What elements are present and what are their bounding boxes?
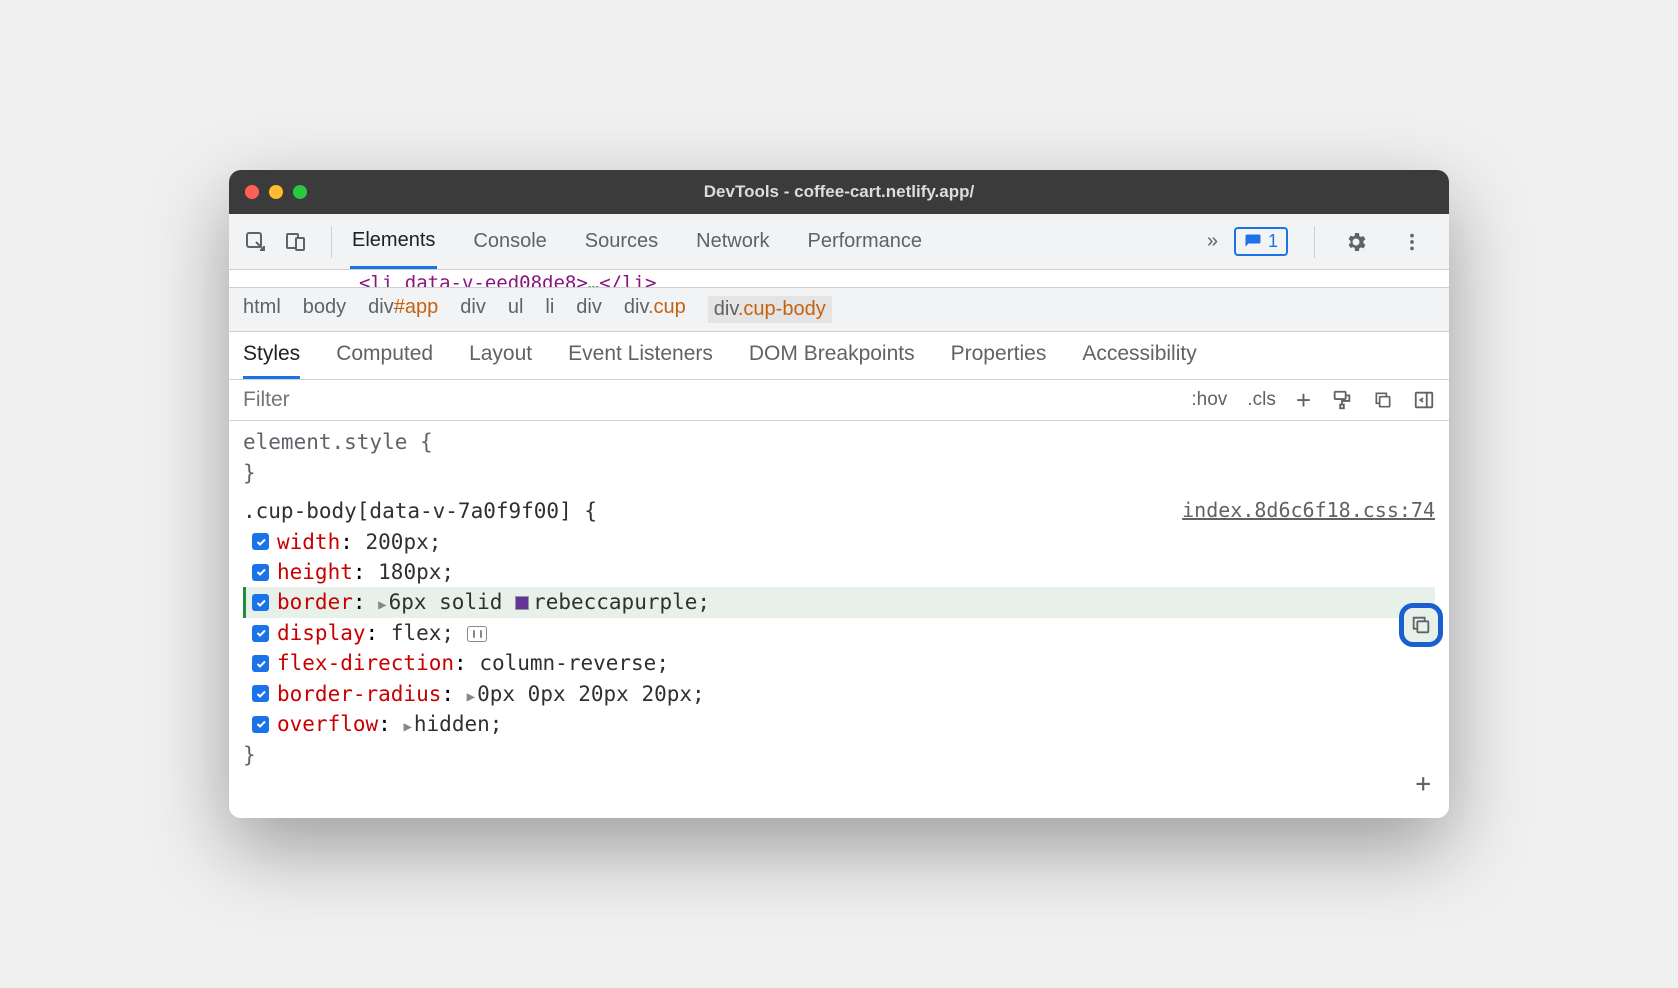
close-window-button[interactable] <box>245 185 259 199</box>
titlebar: DevTools - coffee-cart.netlify.app/ <box>229 170 1449 214</box>
settings-icon[interactable] <box>1341 227 1371 257</box>
tab-network[interactable]: Network <box>694 216 771 267</box>
window-title: DevTools - coffee-cart.netlify.app/ <box>704 182 974 202</box>
property-checkbox[interactable] <box>252 564 269 581</box>
breadcrumb-item[interactable]: li <box>545 296 554 323</box>
css-property-row[interactable]: width: 200px; <box>243 527 1435 557</box>
property-checkbox[interactable] <box>252 655 269 672</box>
tab-sources[interactable]: Sources <box>583 216 660 267</box>
main-toolbar: Elements Console Sources Network Perform… <box>229 214 1449 270</box>
property-value[interactable]: 6px solid <box>389 590 503 614</box>
sidebar-subtabs: Styles Computed Layout Event Listeners D… <box>229 332 1449 380</box>
property-value[interactable]: 180px; <box>378 560 454 584</box>
inspect-icon[interactable] <box>241 227 271 257</box>
filter-input[interactable] <box>229 380 1191 420</box>
property-value[interactable]: hidden; <box>414 712 503 736</box>
copy-all-icon[interactable] <box>1373 390 1393 410</box>
subtab-event-listeners[interactable]: Event Listeners <box>568 342 713 379</box>
panel-tabs: Elements Console Sources Network Perform… <box>342 215 1207 269</box>
property-color-name[interactable]: rebeccapurple; <box>533 590 710 614</box>
css-property-row[interactable]: overflow: ▶hidden; <box>243 709 1435 739</box>
element-style-selector[interactable]: element.style { <box>243 427 1435 457</box>
property-checkbox[interactable] <box>252 625 269 642</box>
property-checkbox[interactable] <box>252 716 269 733</box>
breadcrumb-item[interactable]: div.cup <box>624 296 686 323</box>
property-name[interactable]: border-radius <box>277 682 441 706</box>
subtab-accessibility[interactable]: Accessibility <box>1082 342 1196 379</box>
property-name[interactable]: border <box>277 590 353 614</box>
breadcrumb-item[interactable]: body <box>303 296 346 323</box>
more-tabs-icon[interactable]: » <box>1207 230 1218 253</box>
devtools-window: DevTools - coffee-cart.netlify.app/ Elem… <box>229 170 1449 818</box>
rule-source-link[interactable]: index.8d6c6f18.css:74 <box>1182 496 1435 526</box>
property-checkbox[interactable] <box>252 685 269 702</box>
property-value[interactable]: 200px; <box>366 530 442 554</box>
paint-icon[interactable] <box>1331 389 1353 411</box>
breadcrumb-item[interactable]: html <box>243 296 281 323</box>
breadcrumb-item[interactable]: div#app <box>368 296 438 323</box>
css-property-row[interactable]: flex-direction: column-reverse; <box>243 648 1435 678</box>
new-style-rule-icon[interactable]: + <box>1296 385 1311 416</box>
property-name[interactable]: height <box>277 560 353 584</box>
tab-console[interactable]: Console <box>471 216 548 267</box>
property-checkbox[interactable] <box>252 533 269 550</box>
css-property-row[interactable]: border-radius: ▶0px 0px 20px 20px; <box>243 679 1435 709</box>
add-rule-icon[interactable]: + <box>243 766 1435 804</box>
tab-performance[interactable]: Performance <box>806 216 925 267</box>
toolbar-right: » 1 <box>1207 226 1437 258</box>
property-name[interactable]: overflow <box>277 712 378 736</box>
flex-editor-icon[interactable] <box>467 626 487 642</box>
subtab-layout[interactable]: Layout <box>469 342 532 379</box>
color-swatch[interactable] <box>515 596 529 610</box>
maximize-window-button[interactable] <box>293 185 307 199</box>
close-brace: } <box>243 458 1435 488</box>
tab-elements[interactable]: Elements <box>350 215 437 269</box>
subtab-dom-breakpoints[interactable]: DOM Breakpoints <box>749 342 915 379</box>
property-name[interactable]: display <box>277 621 366 645</box>
styles-pane: element.style { } .cup-body[data-v-7a0f9… <box>229 421 1449 818</box>
expand-icon[interactable]: ▶ <box>467 687 475 707</box>
styles-filter-bar: :hov .cls + <box>229 380 1449 421</box>
divider <box>331 226 332 258</box>
breadcrumb-item-active[interactable]: div.cup-body <box>708 296 832 323</box>
property-name[interactable]: flex-direction <box>277 651 454 675</box>
breadcrumb-item[interactable]: ul <box>508 296 524 323</box>
css-property-row[interactable]: display: flex; <box>243 618 1435 648</box>
cls-toggle[interactable]: .cls <box>1247 389 1276 411</box>
expand-icon[interactable]: ▶ <box>378 595 386 615</box>
property-value[interactable]: flex; <box>391 621 454 645</box>
property-name[interactable]: width <box>277 530 340 554</box>
filter-tools: :hov .cls + <box>1191 385 1449 416</box>
property-value[interactable]: 0px 0px 20px 20px; <box>477 682 705 706</box>
rule-header: .cup-body[data-v-7a0f9f00] { index.8d6c6… <box>243 496 1435 526</box>
expand-icon[interactable]: ▶ <box>403 717 411 737</box>
property-value[interactable]: column-reverse; <box>479 651 669 675</box>
minimize-window-button[interactable] <box>269 185 283 199</box>
css-property-row[interactable]: height: 180px; <box>243 557 1435 587</box>
breadcrumb-item[interactable]: div <box>460 296 486 323</box>
device-toggle-icon[interactable] <box>281 227 311 257</box>
subtab-styles[interactable]: Styles <box>243 342 300 379</box>
property-checkbox[interactable] <box>252 594 269 611</box>
css-property-row[interactable]: border: ▶6px solid rebeccapurple; <box>243 587 1435 617</box>
hov-toggle[interactable]: :hov <box>1191 389 1227 411</box>
issues-badge[interactable]: 1 <box>1234 227 1288 256</box>
rule-selector[interactable]: .cup-body[data-v-7a0f9f00] { <box>243 496 597 526</box>
copy-declaration-button[interactable] <box>1399 603 1443 647</box>
toggle-sidebar-icon[interactable] <box>1413 389 1435 411</box>
issues-count: 1 <box>1268 231 1278 252</box>
kebab-menu-icon[interactable] <box>1397 227 1427 257</box>
dom-tree-peek: <li data-v-eed08de8>…</li> <box>229 270 1449 288</box>
traffic-lights <box>245 185 307 199</box>
breadcrumb-trail: html body div#app div ul li div div.cup … <box>229 288 1449 332</box>
breadcrumb-item[interactable]: div <box>576 296 602 323</box>
subtab-computed[interactable]: Computed <box>336 342 433 379</box>
subtab-properties[interactable]: Properties <box>951 342 1047 379</box>
divider <box>1314 226 1315 258</box>
